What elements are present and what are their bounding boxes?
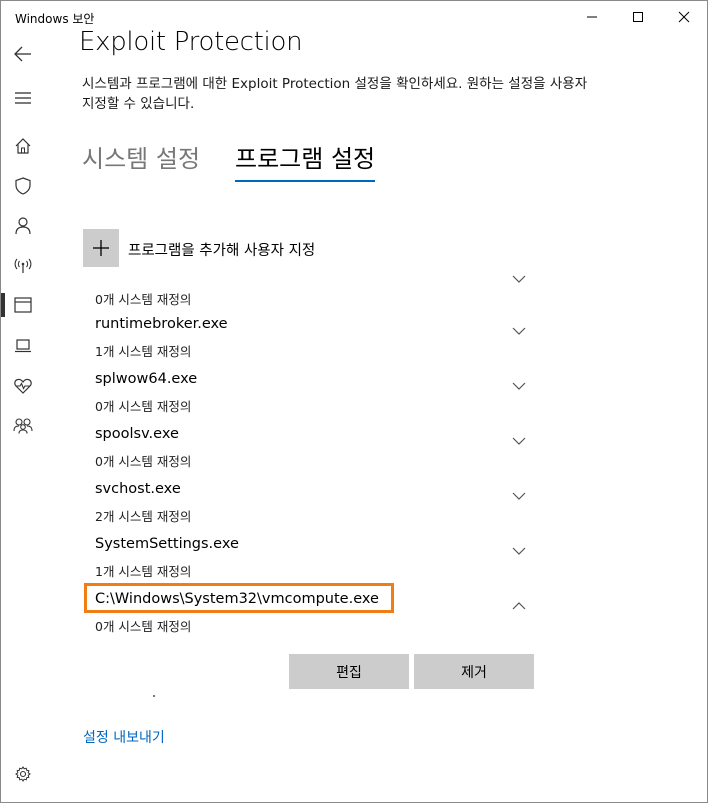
chevron-down-icon[interactable]	[511, 274, 527, 284]
program-override-count: 0개 시스템 재정의	[95, 292, 192, 307]
menu-button[interactable]	[1, 80, 45, 116]
laptop-icon	[15, 339, 31, 353]
windows-security-window: Windows 보안 Exploit Protection 시스템과 프로그램에…	[0, 0, 708, 803]
sidebar-item-home[interactable]	[1, 128, 45, 164]
program-override-count: 1개 시스템 재정의	[95, 344, 192, 359]
add-program-label[interactable]: 프로그램을 추가해 사용자 지정	[128, 239, 315, 260]
program-row[interactable]: svchost.exe 2개 시스템 재정의	[83, 481, 543, 536]
sidebar-item-app-browser-control[interactable]	[1, 287, 45, 323]
program-name: spoolsv.exe	[95, 426, 179, 442]
gear-icon	[15, 766, 31, 782]
highlight-box	[84, 583, 394, 613]
tab-system-settings[interactable]: 시스템 설정	[82, 139, 200, 174]
remove-button[interactable]: 제거	[414, 654, 534, 689]
program-override-count: 0개 시스템 재정의	[95, 619, 192, 634]
back-button[interactable]	[1, 36, 45, 72]
chevron-down-icon[interactable]	[511, 326, 527, 336]
program-name: splwow64.exe	[95, 371, 198, 387]
chevron-up-icon[interactable]	[511, 601, 527, 611]
export-settings-link[interactable]: 설정 내보내기	[83, 727, 165, 747]
home-icon	[15, 138, 31, 154]
heart-health-icon	[14, 378, 32, 394]
hamburger-menu-icon	[15, 92, 31, 104]
back-arrow-icon	[14, 46, 31, 62]
add-program-button[interactable]	[83, 229, 119, 267]
page-title: Exploit Protection	[79, 27, 303, 57]
settings-button[interactable]	[1, 756, 45, 792]
divider-dot	[153, 695, 155, 697]
person-icon	[15, 217, 31, 235]
program-row[interactable]: splwow64.exe 0개 시스템 재정의	[83, 371, 543, 426]
program-override-count: 0개 시스템 재정의	[95, 399, 192, 414]
sidebar-item-device-security[interactable]	[1, 328, 45, 364]
program-override-count: 0개 시스템 재정의	[95, 454, 192, 469]
sidebar-item-virus-protection[interactable]	[1, 168, 45, 204]
main-content: Exploit Protection 시스템과 프로그램에 대한 Exploit…	[45, 1, 707, 802]
program-row[interactable]: runtimebroker.exe 1개 시스템 재정의	[83, 316, 543, 371]
shield-icon	[15, 177, 31, 195]
chevron-down-icon[interactable]	[511, 546, 527, 556]
program-row[interactable]: 0개 시스템 재정의	[83, 264, 543, 319]
chevron-down-icon[interactable]	[511, 381, 527, 391]
program-override-count: 2개 시스템 재정의	[95, 509, 192, 524]
chevron-down-icon[interactable]	[511, 491, 527, 501]
family-icon	[13, 418, 33, 434]
plus-icon	[93, 240, 109, 256]
page-description: 시스템과 프로그램에 대한 Exploit Protection 설정을 확인하…	[82, 76, 588, 112]
wifi-antenna-icon	[14, 258, 32, 273]
program-row[interactable]: spoolsv.exe 0개 시스템 재정의	[83, 426, 543, 481]
program-override-count: 1개 시스템 재정의	[95, 564, 192, 579]
sidebar-item-device-health[interactable]	[1, 368, 45, 404]
sidebar-item-family-options[interactable]	[1, 408, 45, 444]
sidebar	[1, 33, 45, 802]
app-browser-icon	[14, 297, 32, 313]
tab-program-settings[interactable]: 프로그램 설정	[235, 139, 376, 182]
program-name: SystemSettings.exe	[95, 536, 239, 552]
sidebar-item-account-protection[interactable]	[1, 208, 45, 244]
program-name: svchost.exe	[95, 481, 181, 497]
sidebar-item-firewall[interactable]	[1, 248, 45, 284]
edit-button[interactable]: 편집	[289, 654, 409, 689]
program-name: runtimebroker.exe	[95, 316, 228, 332]
chevron-down-icon[interactable]	[511, 436, 527, 446]
